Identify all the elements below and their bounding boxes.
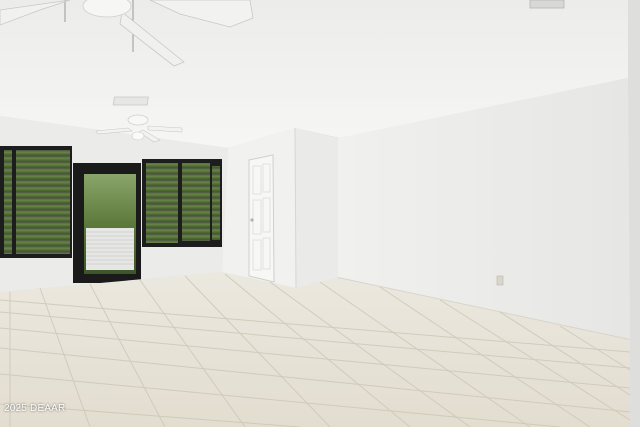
window-left	[0, 146, 72, 258]
window-right	[142, 159, 222, 247]
ceiling-vent	[112, 96, 149, 106]
empty-room-photo: 2025 DEAAR	[0, 0, 640, 427]
door-knob[interactable]	[250, 218, 254, 222]
sliding-glass-door[interactable]	[73, 163, 141, 283]
wall-outlet	[496, 275, 504, 286]
interior-door[interactable]	[248, 154, 275, 283]
photo-watermark: 2025 DEAAR	[4, 403, 66, 414]
hallway-wall	[222, 127, 338, 289]
ceiling-vent-2	[529, 0, 565, 9]
